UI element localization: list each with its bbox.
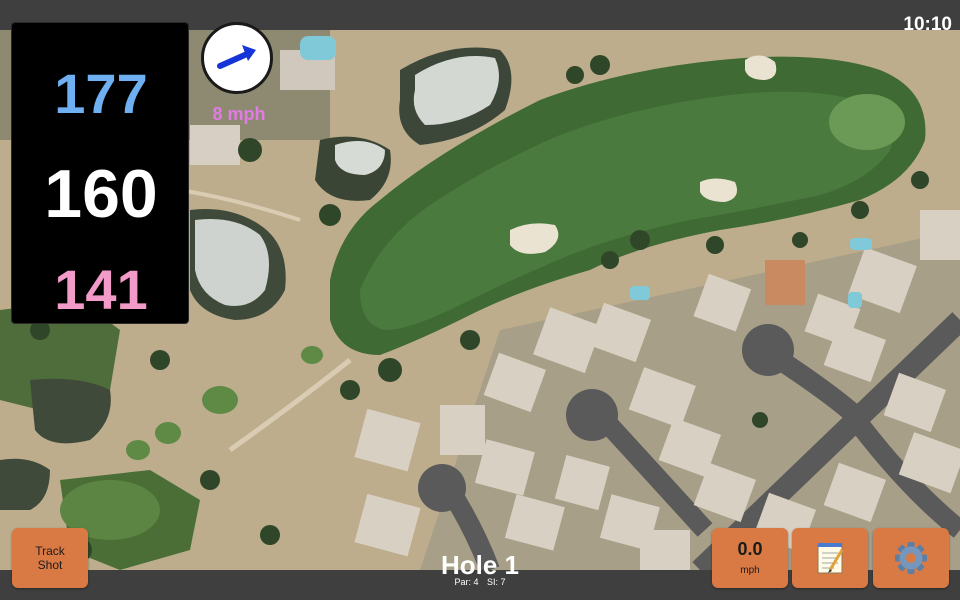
distance-panel: 177 160 141 <box>11 22 189 324</box>
wind-direction-dial <box>201 22 273 94</box>
notepad-icon <box>817 543 844 574</box>
wind-arrow-icon <box>217 45 256 69</box>
golf-gps-screen: 10:10 177 160 141 8 mph Track Shot Hole … <box>0 0 960 600</box>
back-distance: 177 <box>54 62 148 125</box>
hole-par: Par: 4 <box>454 577 479 587</box>
wind-speed-button[interactable]: 0.0 mph <box>712 528 788 588</box>
front-distance: 141 <box>54 258 148 321</box>
wind-speed-unit: mph <box>740 565 760 576</box>
wind-speed-value: 0.0 <box>737 539 763 559</box>
track-shot-button[interactable]: Track Shot <box>12 528 88 588</box>
wind-speed-label: 8 mph <box>212 104 266 124</box>
gear-icon <box>895 542 927 574</box>
settings-button[interactable] <box>873 528 949 588</box>
track-shot-label-line1: Track <box>35 544 65 558</box>
notes-button[interactable] <box>792 528 868 588</box>
hole-info: Par: 4 SI: 7 <box>380 577 580 587</box>
track-shot-label-line2: Shot <box>37 558 63 572</box>
hole-stroke-index: SI: 7 <box>487 577 506 587</box>
clock: 10:10 <box>903 14 952 35</box>
middle-distance: 160 <box>44 156 158 232</box>
